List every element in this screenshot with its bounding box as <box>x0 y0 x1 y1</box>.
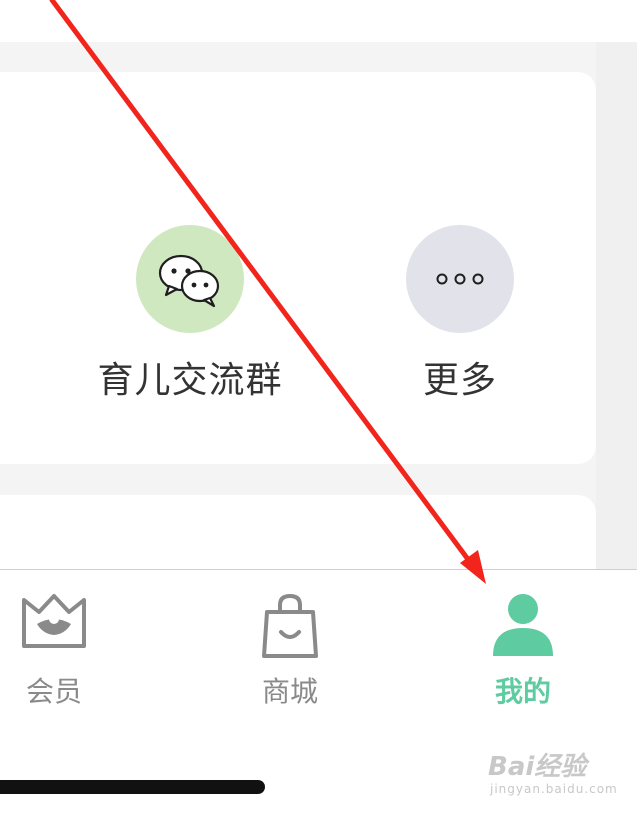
watermark-brand: Bai经验 <box>488 752 587 782</box>
tab-mall[interactable]: 商城 <box>210 570 370 720</box>
wechat-icon-circle <box>136 225 244 333</box>
more-icon-circle <box>406 225 514 333</box>
service-label: 更多 <box>422 360 497 401</box>
tab-mine[interactable]: 我的 <box>443 570 603 720</box>
page-right-gutter <box>596 42 637 570</box>
service-more[interactable]: 更多 <box>350 225 570 403</box>
tab-member[interactable]: 会员 <box>0 570 134 720</box>
tab-label: 我的 <box>494 675 551 708</box>
person-icon <box>493 594 553 656</box>
tab-label: 会员 <box>25 675 82 708</box>
watermark: Bai经验 jingyan.baidu.com <box>470 740 630 800</box>
tab-label: 商城 <box>261 675 318 708</box>
shopping-bag-icon <box>262 593 318 658</box>
wechat-icon <box>158 254 220 308</box>
service-parenting-group[interactable]: 育儿交流群 <box>80 225 300 403</box>
top-strip <box>0 0 637 42</box>
more-dots-icon <box>436 273 484 285</box>
watermark-url: jingyan.baidu.com <box>490 782 618 796</box>
service-label: 育儿交流群 <box>97 360 283 401</box>
crown-icon <box>22 594 86 648</box>
home-indicator <box>0 780 265 794</box>
